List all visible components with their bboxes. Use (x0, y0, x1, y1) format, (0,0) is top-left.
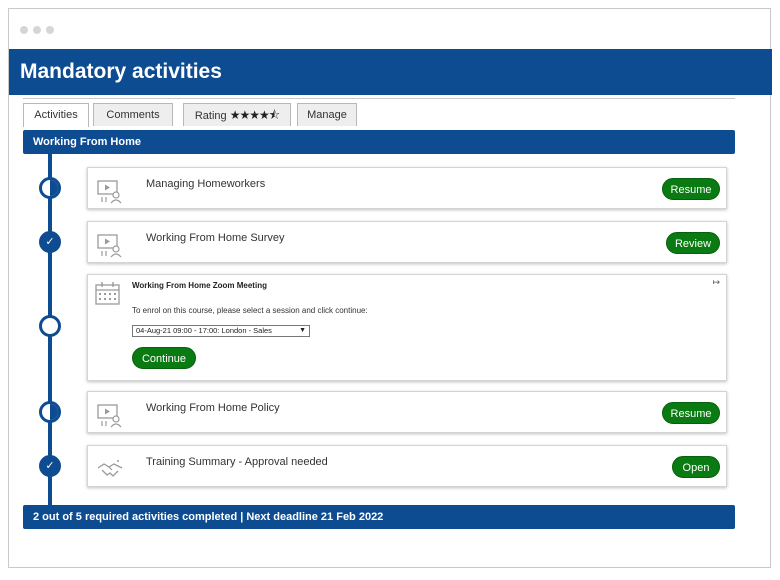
activity-title: Managing Homeworkers (146, 178, 266, 190)
check-icon: ✓ (39, 231, 61, 253)
activity-card[interactable]: Working From Home Zoom Meeting ↦ To enro… (87, 274, 727, 381)
activity-title: Working From Home Zoom Meeting (132, 281, 267, 290)
tab-comments[interactable]: Comments (93, 103, 173, 126)
rating-stars-icon: ★★★★⯪ (229, 108, 280, 122)
activity-card[interactable]: Working From Home Survey Review (87, 221, 727, 263)
window-dot-icon (46, 26, 54, 34)
session-select-value: 04-Aug-21 09:00 - 17:00: London - Sales (136, 326, 272, 335)
progress-half-icon (39, 177, 61, 199)
enrol-instruction: To enrol on this course, please select a… (132, 306, 368, 315)
tab-label: Rating (194, 110, 227, 122)
tab-activities[interactable]: Activities (23, 103, 89, 127)
activity-card[interactable]: Training Summary - Approval needed Open (87, 445, 727, 487)
video-icon (97, 234, 122, 258)
resume-button[interactable]: Resume (662, 402, 720, 424)
tabs-divider (23, 98, 735, 99)
activity-title: Working From Home Survey (146, 232, 285, 244)
progress-summary: 2 out of 5 required activities completed… (23, 505, 735, 529)
continue-button[interactable]: Continue (132, 347, 196, 369)
progress-empty-icon (39, 315, 61, 337)
resume-button[interactable]: Resume (662, 178, 720, 200)
window-titlebar (9, 9, 770, 49)
page-title: Mandatory activities (9, 49, 772, 95)
section-header: Working From Home (23, 130, 735, 154)
handshake-icon (97, 460, 123, 477)
activity-card[interactable]: Working From Home Policy Resume (87, 391, 727, 433)
tab-manage[interactable]: Manage (297, 103, 357, 126)
app-window: Mandatory activities Activities Comments… (8, 8, 772, 568)
tab-label: Manage (307, 109, 347, 121)
activity-title: Working From Home Policy (146, 402, 280, 414)
activity-title: Training Summary - Approval needed (146, 456, 328, 468)
video-icon (97, 404, 122, 428)
review-button[interactable]: Review (666, 232, 720, 254)
tab-label: Activities (34, 109, 78, 121)
window-dot-icon (33, 26, 41, 34)
activity-card[interactable]: Managing Homeworkers Resume (87, 167, 727, 209)
check-icon: ✓ (39, 455, 61, 477)
expand-icon[interactable]: ↦ (712, 277, 720, 288)
chevron-down-icon: ▼ (299, 327, 306, 334)
video-icon (97, 180, 122, 204)
tab-label: Comments (106, 109, 160, 121)
window-dot-icon (20, 26, 28, 34)
calendar-icon (95, 282, 120, 305)
session-select[interactable]: 04-Aug-21 09:00 - 17:00: London - Sales … (132, 325, 310, 337)
progress-half-icon (39, 401, 61, 423)
open-button[interactable]: Open (672, 456, 720, 478)
tab-rating[interactable]: Rating ★★★★⯪ (183, 103, 291, 126)
